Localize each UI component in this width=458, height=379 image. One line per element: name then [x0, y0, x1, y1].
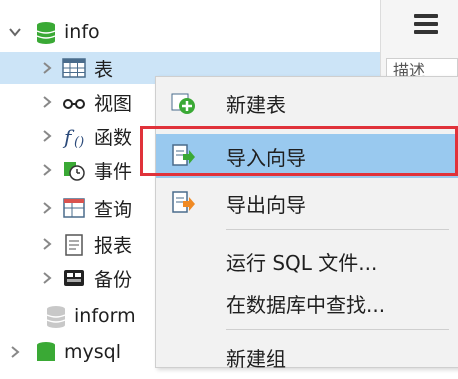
tree-item-functions[interactable]: f () 函数	[0, 120, 132, 152]
plus-green-icon	[170, 90, 196, 116]
menu-hamburger-icon[interactable]	[414, 14, 438, 34]
view-glasses-icon	[62, 91, 86, 113]
tree-item-backups[interactable]: 备份	[0, 262, 132, 294]
chevron-right-icon[interactable]	[40, 237, 54, 251]
database-icon	[36, 21, 56, 44]
menu-item-label: 在数据库中查找...	[226, 292, 386, 317]
chevron-right-icon[interactable]	[40, 163, 54, 177]
tree-item-events[interactable]: 事件	[0, 154, 132, 186]
backup-icon	[62, 267, 86, 289]
tree-item-label: 视图	[94, 92, 133, 115]
import-wizard-icon	[170, 143, 196, 169]
tree-item-label: 函数	[94, 126, 133, 149]
tree-item-reports[interactable]: 报表	[0, 228, 132, 260]
tree-item-label: info	[64, 21, 100, 43]
chevron-right-icon[interactable]	[40, 201, 54, 215]
query-icon	[62, 197, 86, 219]
chevron-right-icon[interactable]	[40, 95, 54, 109]
table-icon	[62, 57, 86, 79]
context-menu: 新建表 导入向导 导出向导 运行 SQL 文件... 在数据库中查找... 新建…	[155, 76, 458, 371]
tree-item-label: mysql	[64, 341, 121, 363]
report-icon	[62, 233, 86, 256]
menu-item-label: 导出向导	[226, 192, 306, 217]
menu-item-new-group[interactable]: 新建组	[156, 335, 458, 379]
chevron-right-icon[interactable]	[40, 61, 54, 75]
tree-item-label: inform	[74, 305, 136, 327]
menu-item-label: 新建组	[226, 346, 286, 371]
tree-item-queries[interactable]: 查询	[0, 192, 132, 224]
chevron-right-icon[interactable]	[8, 345, 22, 359]
menu-item-label: 新建表	[226, 92, 286, 117]
menu-item-label: 导入向导	[226, 145, 306, 170]
event-clock-icon	[62, 159, 86, 181]
menu-separator	[226, 229, 449, 230]
tree-item-label: 备份	[94, 268, 133, 291]
menu-item-find-in-database[interactable]: 在数据库中查找...	[156, 281, 458, 325]
tree-item-label: 事件	[94, 160, 133, 183]
tree-item-label: 报表	[94, 234, 133, 257]
chevron-right-icon[interactable]	[40, 271, 54, 285]
menu-item-run-sql-file[interactable]: 运行 SQL 文件...	[156, 239, 458, 283]
menu-item-export-wizard[interactable]: 导出向导	[156, 181, 458, 225]
tree-item-label: 表	[94, 58, 114, 81]
function-icon: f ()	[62, 125, 86, 150]
svg-text:(): ()	[74, 135, 84, 149]
chevron-right-icon[interactable]	[40, 129, 54, 143]
menu-item-label: 运行 SQL 文件...	[226, 250, 378, 275]
tree-item-info-db[interactable]: info	[0, 16, 100, 48]
database-gray-icon	[46, 305, 66, 328]
menu-separator	[226, 329, 449, 330]
chevron-down-icon[interactable]	[8, 25, 22, 39]
menu-item-import-wizard[interactable]: 导入向导	[156, 134, 458, 178]
tree-item-views[interactable]: 视图	[0, 86, 132, 118]
tree-item-label: 查询	[94, 198, 133, 221]
tree-item-information-schema-db[interactable]: inform	[0, 300, 136, 332]
export-wizard-icon	[170, 190, 196, 216]
database-icon	[36, 341, 56, 363]
tree-item-mysql-db[interactable]: mysql	[0, 336, 121, 368]
menu-item-new-table[interactable]: 新建表	[156, 81, 458, 125]
